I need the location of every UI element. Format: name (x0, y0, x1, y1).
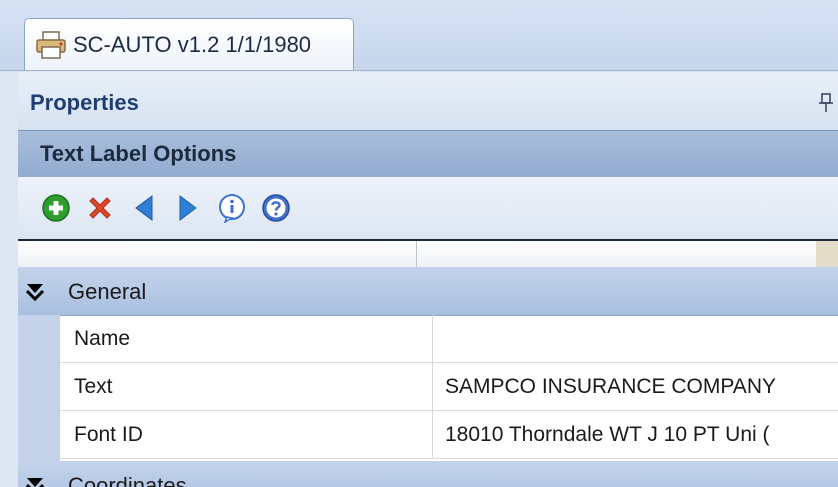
collapse-toggle-icon[interactable] (24, 475, 46, 487)
property-name: Name (74, 327, 131, 350)
group-title: Text Label Options (40, 141, 237, 166)
row-gutter (18, 315, 60, 463)
delete-icon (89, 197, 111, 219)
property-value-input[interactable]: SAMPCO INSURANCE COMPANY (432, 363, 838, 411)
delete-button[interactable] (82, 190, 118, 226)
arrow-right-icon (179, 195, 197, 221)
document-tab-strip: SC-AUTO v1.2 1/1/1980 (0, 0, 838, 71)
property-grid: General Name Text SAMPCO INSURANCE COMPA… (18, 239, 838, 487)
toolbar (18, 177, 838, 239)
add-icon (42, 194, 70, 222)
tab-title: SC-AUTO v1.2 1/1/1980 (73, 31, 312, 57)
category-coordinates[interactable]: Coordinates (18, 461, 838, 487)
arrow-left-icon (135, 195, 153, 221)
header-filler (816, 241, 838, 269)
property-value-input[interactable]: 18010 Thorndale WT J 10 PT Uni ( (432, 411, 838, 459)
help-icon (262, 194, 290, 222)
help-button[interactable] (258, 190, 294, 226)
column-divider[interactable] (416, 241, 417, 269)
category-label: General (68, 279, 147, 304)
info-icon (219, 194, 245, 223)
property-name: Text (74, 375, 113, 398)
category-general[interactable]: General (18, 267, 838, 316)
previous-button[interactable] (126, 190, 162, 226)
grid-column-header (18, 239, 838, 270)
property-name: Font ID (74, 423, 143, 446)
next-button[interactable] (170, 190, 206, 226)
category-label: Coordinates (68, 473, 187, 487)
printer-icon (36, 30, 66, 59)
property-row-name[interactable]: Name (60, 315, 838, 363)
property-row-font-id[interactable]: Font ID 18010 Thorndale WT J 10 PT Uni ( (60, 411, 838, 459)
info-button[interactable] (214, 190, 250, 226)
add-button[interactable] (38, 190, 74, 226)
collapse-toggle-icon[interactable] (24, 281, 46, 301)
group-header: Text Label Options (18, 130, 838, 178)
property-value-input[interactable] (432, 315, 838, 363)
document-tab[interactable]: SC-AUTO v1.2 1/1/1980 (24, 18, 354, 70)
properties-header: Properties (18, 72, 838, 130)
pin-icon[interactable] (816, 92, 836, 114)
properties-title: Properties (30, 90, 139, 115)
property-row-text[interactable]: Text SAMPCO INSURANCE COMPANY (60, 363, 838, 411)
